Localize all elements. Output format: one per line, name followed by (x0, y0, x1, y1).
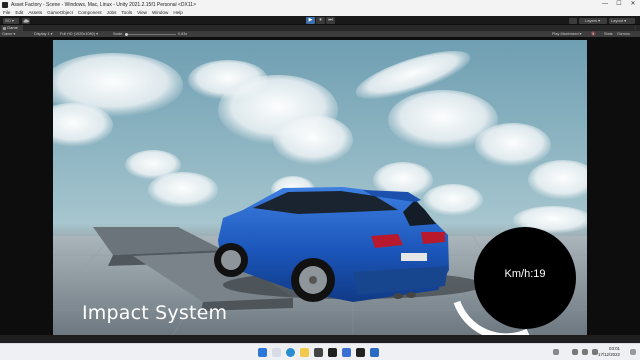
minimize-button[interactable]: — (598, 0, 612, 9)
clock[interactable]: 03:01 17/12/2022 (598, 346, 620, 358)
window-title-bar: Asset Factory - Scene - Windows, Mac, Li… (0, 0, 640, 9)
history-icon[interactable] (569, 17, 577, 24)
impact-system-title: Impact System (82, 302, 228, 324)
gizmos-label: Gizmos (617, 32, 630, 36)
menu-jobs[interactable]: Jobs (107, 10, 117, 15)
menu-file[interactable]: File (3, 10, 10, 15)
menu-assets[interactable]: Assets (28, 10, 42, 15)
layout-dropdown[interactable]: Layout ▾ (609, 17, 635, 24)
game-tab-icon (3, 26, 6, 30)
visual-studio-icon[interactable] (370, 348, 379, 357)
menu-view[interactable]: View (137, 10, 147, 15)
account-label: SO (5, 17, 11, 23)
speed-readout: Km/h:19 (504, 268, 546, 280)
tray-chevron-icon[interactable] (553, 349, 559, 355)
clock-date: 17/12/2022 (598, 352, 620, 357)
app-icon-1[interactable] (314, 348, 323, 357)
wifi-icon[interactable] (572, 349, 578, 355)
unity-toolbar: SO ▾ ▶ ⏸ ⏭ Layers ▾ Layout ▾ (0, 16, 640, 25)
pause-button[interactable]: ⏸ (316, 17, 325, 24)
layers-dropdown[interactable]: Layers ▾ (583, 17, 607, 24)
volume-icon[interactable] (582, 349, 588, 355)
game-mode-label: Game (2, 32, 13, 36)
close-button[interactable]: ✕ (626, 0, 640, 9)
window-title: Asset Factory - Scene - Windows, Mac, Li… (11, 1, 196, 8)
unity-logo-icon (2, 1, 8, 8)
account-dropdown[interactable]: SO ▾ (3, 17, 19, 24)
notification-icon[interactable] (630, 349, 636, 355)
edge-browser-icon[interactable] (286, 348, 295, 357)
menu-window[interactable]: Window (152, 10, 168, 15)
menu-bar: File Edit Assets GameObject Component Jo… (0, 9, 640, 16)
menu-tools[interactable]: Tools (121, 10, 132, 15)
play-button[interactable]: ▶ (306, 17, 315, 24)
app-icon-2[interactable] (342, 348, 351, 357)
display-label: Display 1 (34, 32, 50, 36)
play-maximized-label: Play Maximized (552, 32, 579, 36)
unity-hub-icon[interactable] (328, 348, 337, 357)
cloud-icon[interactable] (22, 17, 30, 24)
resolution-label: Full HD (1920x1080) (60, 32, 96, 36)
maximize-button[interactable]: ☐ (612, 0, 626, 9)
menu-component[interactable]: Component (78, 10, 102, 15)
menu-help[interactable]: Help (173, 10, 182, 15)
scale-slider-track[interactable] (126, 33, 176, 35)
step-button[interactable]: ⏭ (326, 17, 335, 24)
windows-taskbar: 03:01 17/12/2022 (0, 343, 640, 360)
search-icon[interactable] (272, 348, 281, 357)
ramp-left-top (93, 227, 223, 255)
layers-label: Layers (585, 17, 598, 23)
menu-gameobject[interactable]: GameObject (47, 10, 73, 15)
scale-slider-knob[interactable] (125, 32, 128, 36)
layout-label: Layout (611, 17, 624, 23)
file-explorer-icon[interactable] (300, 348, 309, 357)
unity-editor-icon[interactable] (356, 348, 365, 357)
windows-start-icon[interactable] (258, 348, 267, 357)
tab-game-label: Game (7, 25, 18, 30)
menu-edit[interactable]: Edit (15, 10, 23, 15)
